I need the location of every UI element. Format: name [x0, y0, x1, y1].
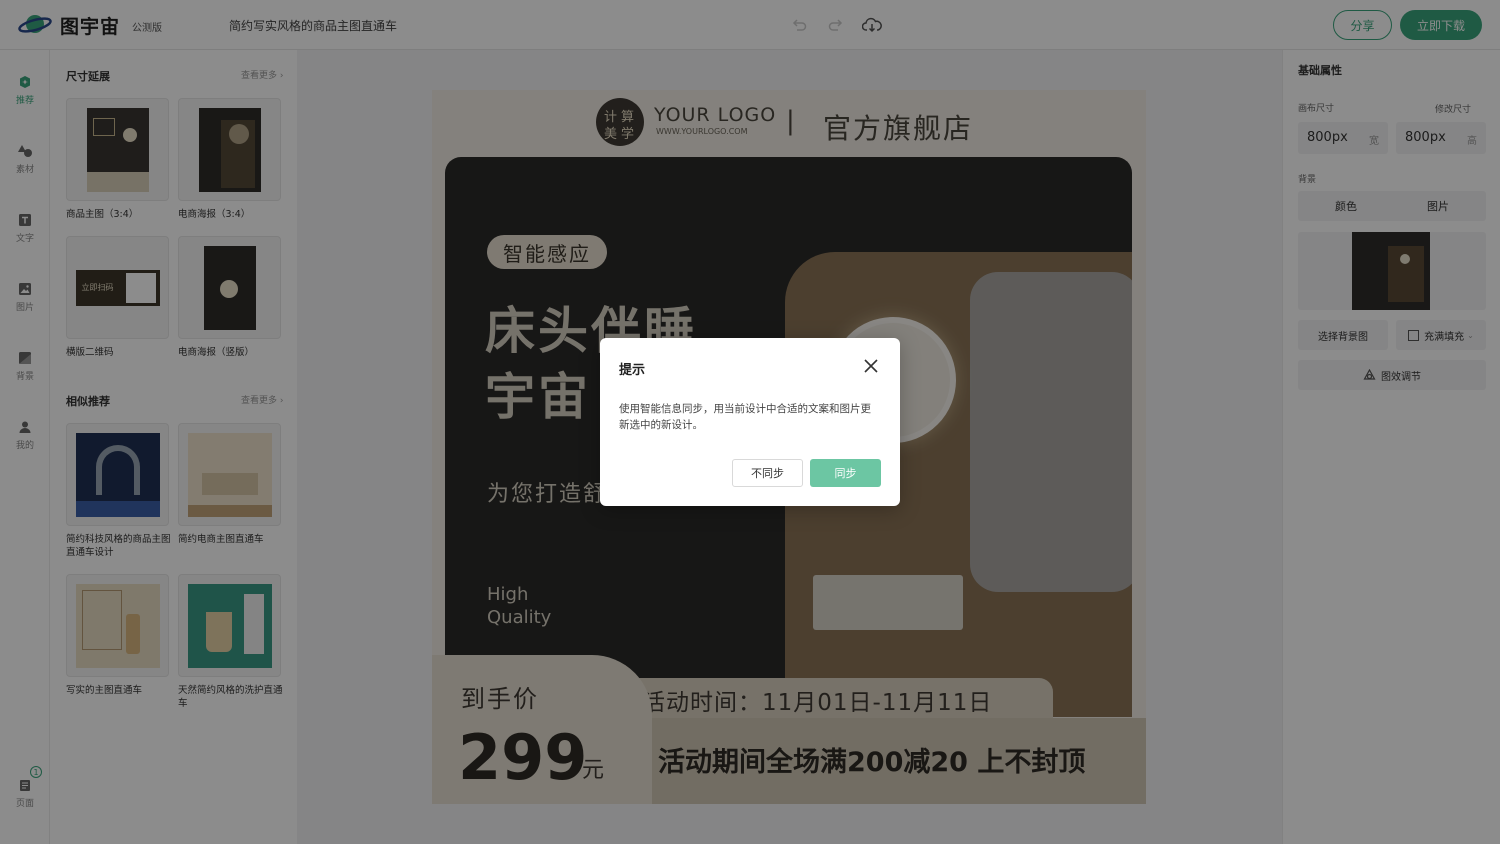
- dialog-message: 使用智能信息同步，用当前设计中合适的文案和图片更新选中的新设计。: [619, 403, 871, 431]
- sync-dialog: 提示 使用智能信息同步，用当前设计中合适的文案和图片更新选中的新设计。 不同步 …: [600, 338, 900, 506]
- dialog-title: 提示: [619, 363, 646, 378]
- sync-button[interactable]: 同步: [810, 459, 881, 487]
- no-sync-button[interactable]: 不同步: [732, 459, 803, 487]
- close-icon[interactable]: [863, 358, 879, 374]
